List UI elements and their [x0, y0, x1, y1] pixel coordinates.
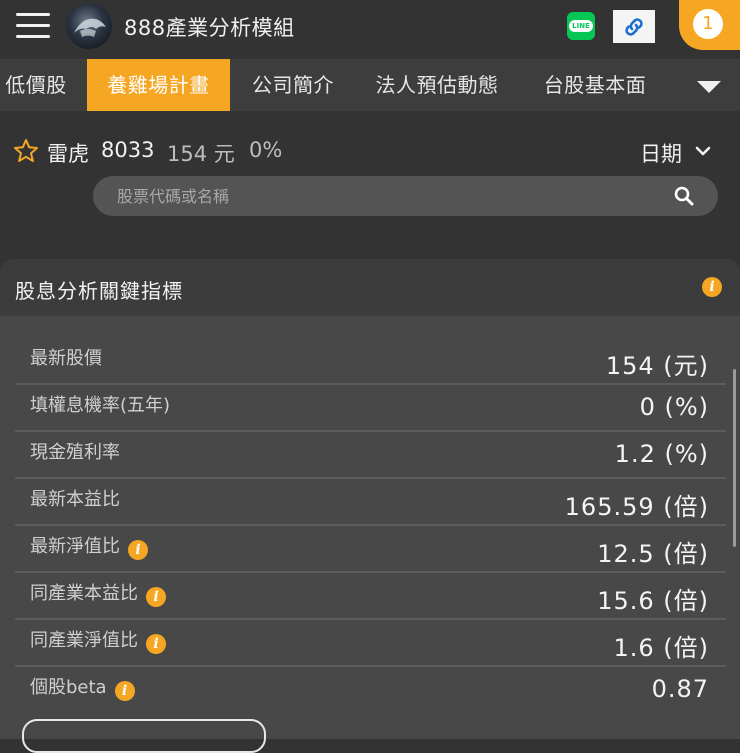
metric-row: 填權息機率(五年) 0 (%): [15, 385, 726, 432]
info-icon[interactable]: i: [702, 277, 722, 297]
caret-down-icon: [697, 81, 721, 93]
chevron-down-icon: [695, 146, 711, 156]
metric-value: 12.5 (倍): [597, 540, 709, 568]
metric-row: 現金殖利率 1.2 (%): [15, 432, 726, 479]
metric-row: 個股beta i 0.87: [15, 667, 726, 712]
info-icon[interactable]: i: [146, 587, 166, 607]
card-header: 股息分析關鍵指標 i: [0, 259, 740, 316]
search-input[interactable]: [115, 185, 659, 207]
card-title: 股息分析關鍵指標: [15, 279, 183, 303]
metric-label: 最新股價: [30, 348, 102, 369]
tab-fundamentals[interactable]: 台股基本面: [527, 59, 663, 111]
info-icon[interactable]: i: [128, 540, 148, 560]
notification-count: 1: [693, 9, 723, 39]
stock-change: 0%: [249, 138, 283, 162]
scrollbar[interactable]: [733, 369, 736, 547]
line-label: LINE: [569, 20, 593, 32]
date-selector[interactable]: 日期: [640, 138, 711, 168]
metric-value: 1.6 (倍): [613, 634, 709, 662]
app-title: 888產業分析模組: [124, 16, 295, 40]
metric-label: 填權息機率(五年): [30, 395, 171, 416]
tab-bar: 低價股 養雞場計畫 公司簡介 法人預估動態 台股基本面: [0, 59, 740, 111]
metric-label: 現金殖利率: [30, 442, 120, 463]
star-icon[interactable]: [13, 138, 39, 164]
tab-institutional-forecast[interactable]: 法人預估動態: [358, 59, 516, 111]
stock-header: 雷虎 8033 154 元 0% 日期: [0, 130, 740, 170]
tab-company-profile[interactable]: 公司簡介: [233, 59, 353, 111]
search-icon[interactable]: [674, 186, 694, 206]
metric-value: 15.6 (倍): [597, 587, 709, 615]
info-icon[interactable]: i: [114, 681, 135, 701]
metric-value: 0 (%): [639, 393, 709, 421]
date-label: 日期: [640, 142, 682, 166]
metric-value: 154 (元): [605, 352, 709, 380]
metric-label: 同產業淨值比 i: [30, 626, 166, 654]
partial-bottom-button[interactable]: [22, 719, 266, 753]
info-icon[interactable]: i: [146, 634, 166, 654]
metric-label: 個股beta i: [30, 673, 135, 701]
tabs-more-button[interactable]: [680, 59, 740, 111]
metric-row: 同產業本益比 i 15.6 (倍): [15, 573, 726, 620]
metric-row: 最新股價 154 (元): [15, 338, 726, 385]
metric-row: 最新淨值比 i 12.5 (倍): [15, 526, 726, 573]
stock-price: 154 元: [167, 142, 235, 166]
stock-code: 8033: [101, 138, 155, 162]
line-share-icon[interactable]: LINE: [567, 12, 595, 40]
metric-row: 同產業淨值比 i 1.6 (倍): [15, 620, 726, 667]
tab-chicken-farm[interactable]: 養雞場計畫: [87, 59, 230, 111]
metric-label: 最新本益比: [30, 489, 120, 510]
metric-label: 最新淨值比 i: [30, 532, 148, 560]
dividend-analysis-card: 股息分析關鍵指標 i 最新股價 154 (元) 填權息機率(五年) 0 (%) …: [0, 259, 740, 739]
tab-low-price[interactable]: 低價股: [0, 59, 72, 111]
notification-button[interactable]: 1: [679, 0, 740, 50]
top-bar: 888產業分析模組 LINE 1: [0, 0, 740, 58]
app-logo: [66, 3, 112, 49]
metric-label: 同產業本益比 i: [30, 579, 166, 607]
metric-value: 165.59 (倍): [564, 493, 709, 521]
menu-icon[interactable]: [16, 13, 50, 39]
stock-name: 雷虎: [47, 142, 89, 166]
metric-row: 最新本益比 165.59 (倍): [15, 479, 726, 526]
metric-value: 0.87: [651, 675, 709, 703]
link-icon[interactable]: [613, 10, 655, 43]
metric-value: 1.2 (%): [614, 440, 709, 468]
search-bar: [93, 176, 718, 216]
metrics-list: 最新股價 154 (元) 填權息機率(五年) 0 (%) 現金殖利率 1.2 (…: [15, 338, 726, 712]
